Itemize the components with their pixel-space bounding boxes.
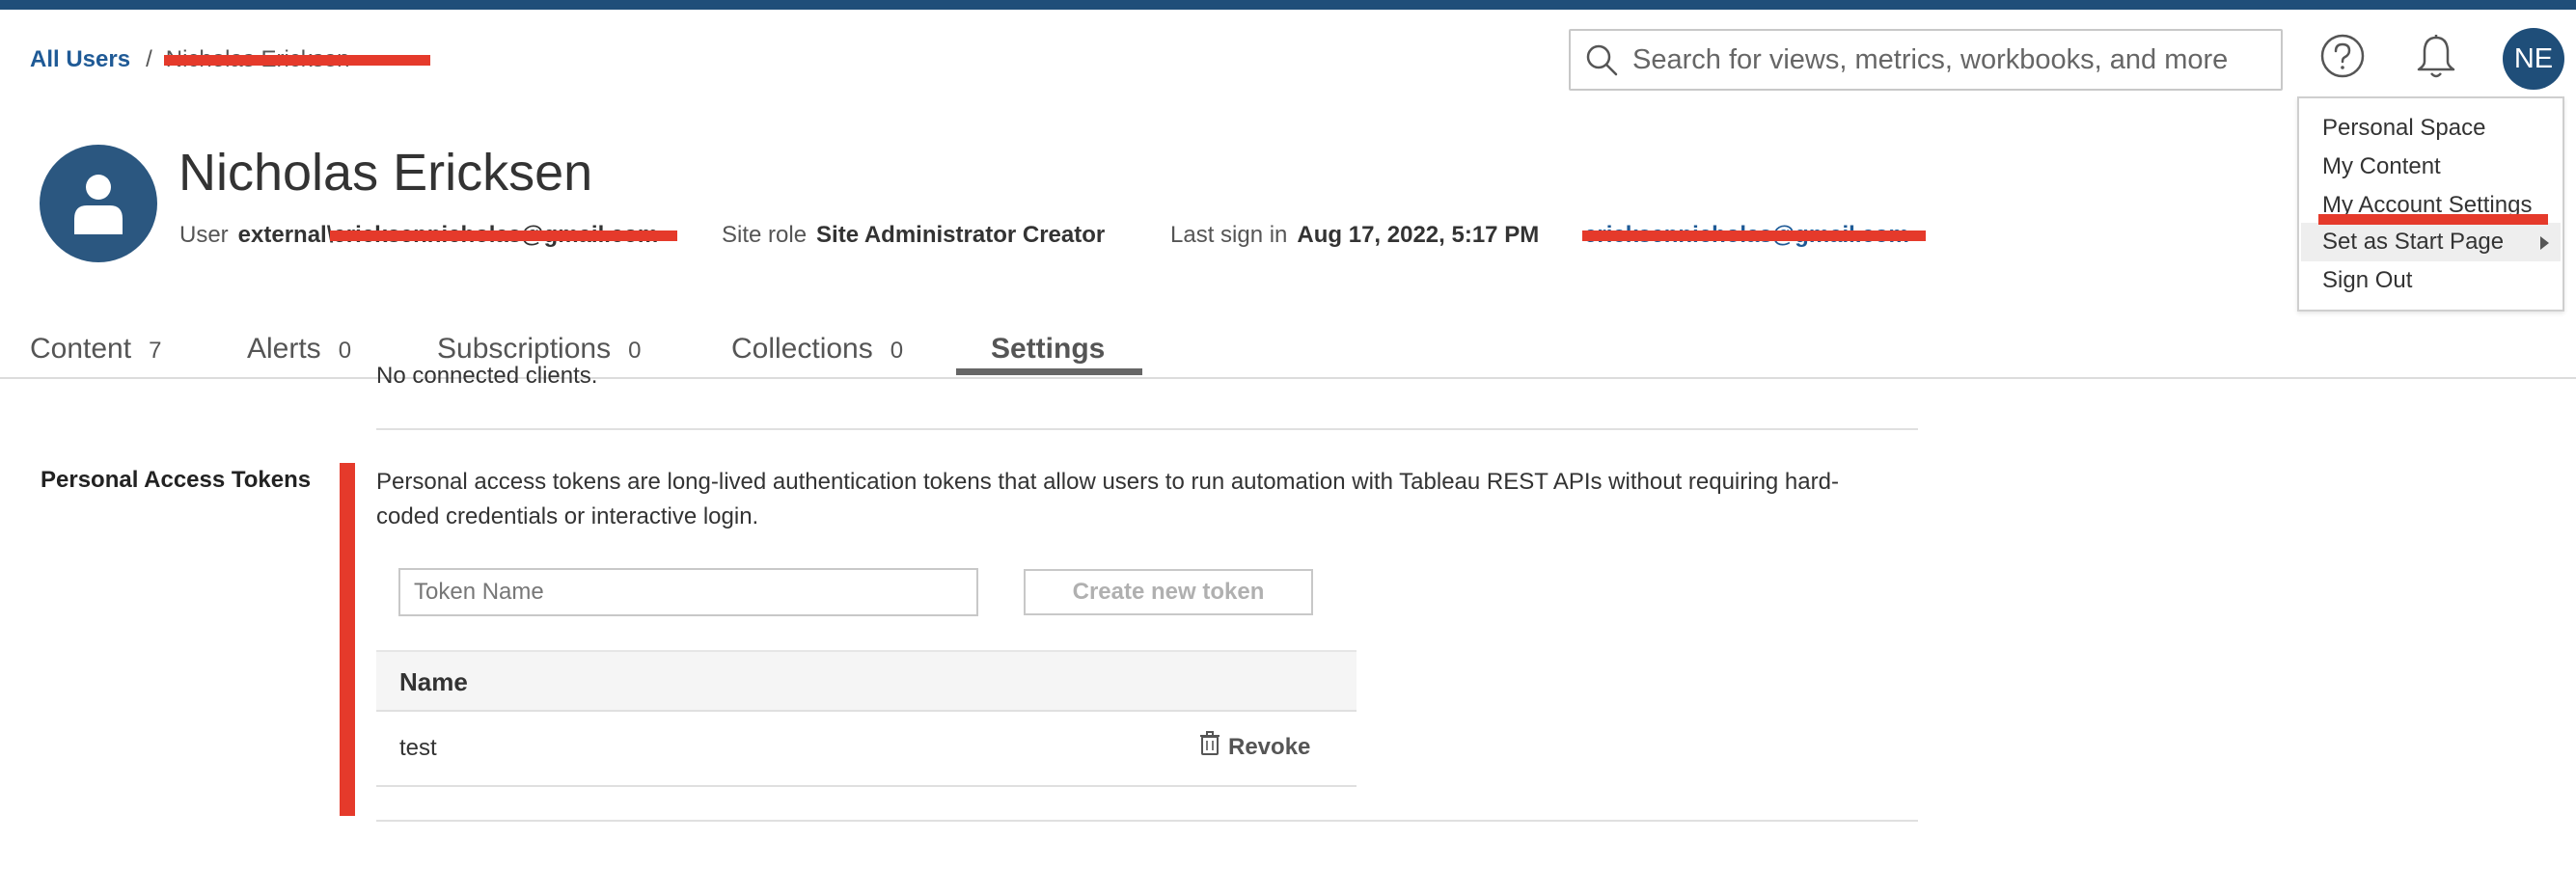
bell-icon: [2414, 33, 2458, 86]
breadcrumb-separator: /: [146, 46, 152, 72]
personal-access-tokens-label: Personal Access Tokens: [41, 467, 312, 493]
tab-count: 7: [149, 338, 162, 364]
create-new-token-button[interactable]: Create new token: [1024, 569, 1313, 615]
profile-name: Nicholas Ericksen: [178, 144, 593, 202]
active-tab-indicator: [956, 368, 1142, 375]
user-avatar-button[interactable]: NE: [2503, 28, 2564, 90]
last-sign-in-label: Last sign in: [1170, 222, 1288, 248]
tab-subscriptions[interactable]: Subscriptions 0: [437, 333, 641, 366]
trash-icon: [1199, 731, 1220, 763]
section-divider: [376, 820, 1918, 822]
column-header-name: Name: [399, 667, 468, 696]
menu-item-personal-space[interactable]: Personal Space: [2301, 109, 2561, 148]
submenu-arrow-icon: [2540, 236, 2549, 250]
revoke-button[interactable]: Revoke: [1199, 731, 1310, 763]
annotation-bar: [340, 463, 355, 816]
top-brand-bar: [0, 0, 2576, 10]
tokens-description: Personal access tokens are long-lived au…: [376, 469, 1839, 529]
tab-label: Settings: [991, 333, 1106, 365]
question-circle-icon: [2319, 33, 2366, 84]
menu-item-label: Set as Start Page: [2322, 229, 2505, 255]
token-name: test: [399, 735, 437, 761]
user-label: User: [179, 222, 229, 248]
section-divider: [376, 428, 1918, 430]
tab-count: 0: [628, 338, 642, 364]
menu-item-set-as-start-page[interactable]: Set as Start Page: [2301, 223, 2561, 261]
revoke-label: Revoke: [1228, 733, 1311, 760]
tab-count: 0: [890, 338, 904, 364]
search-input[interactable]: [1632, 43, 2260, 76]
breadcrumb-all-users-link[interactable]: All Users: [30, 46, 130, 73]
site-role-meta: Site role Site Administrator Creator: [722, 222, 1105, 249]
tab-alerts[interactable]: Alerts 0: [247, 333, 351, 366]
person-icon: [74, 175, 123, 234]
token-name-input[interactable]: [398, 568, 978, 616]
tab-collections[interactable]: Collections 0: [731, 333, 903, 366]
search-icon: [1571, 31, 1632, 89]
tab-label: Alerts: [247, 333, 321, 365]
last-sign-in-value: Aug 17, 2022, 5:17 PM: [1297, 222, 1540, 248]
help-button[interactable]: [2318, 34, 2367, 82]
notifications-button[interactable]: [2412, 34, 2460, 84]
tab-content[interactable]: Content 7: [30, 333, 161, 366]
redaction-mark: [1582, 231, 1926, 241]
tab-label: Subscriptions: [437, 333, 612, 365]
tokens-table-header: Name: [376, 650, 1357, 712]
tab-count: 0: [338, 338, 352, 364]
redaction-mark: [330, 231, 677, 241]
redaction-mark: [164, 55, 430, 66]
tab-settings[interactable]: Settings: [991, 333, 1105, 366]
connected-clients-text: No connected clients.: [376, 363, 598, 388]
profile-avatar: [40, 145, 157, 262]
last-sign-in-meta: Last sign in Aug 17, 2022, 5:17 PM: [1170, 222, 1539, 249]
annotation-underline: [2318, 214, 2548, 225]
menu-item-my-content[interactable]: My Content: [2301, 148, 2561, 186]
menu-item-sign-out[interactable]: Sign Out: [2301, 261, 2561, 300]
site-role-label: Site role: [722, 222, 808, 248]
tab-label: Content: [30, 333, 132, 365]
user-menu-dropdown: Personal Space My Content My Account Set…: [2297, 96, 2564, 312]
table-row: test Revoke: [376, 712, 1357, 787]
search-box[interactable]: [1569, 29, 2283, 91]
tab-label: Collections: [731, 333, 873, 365]
site-role-value: Site Administrator Creator: [816, 222, 1106, 248]
